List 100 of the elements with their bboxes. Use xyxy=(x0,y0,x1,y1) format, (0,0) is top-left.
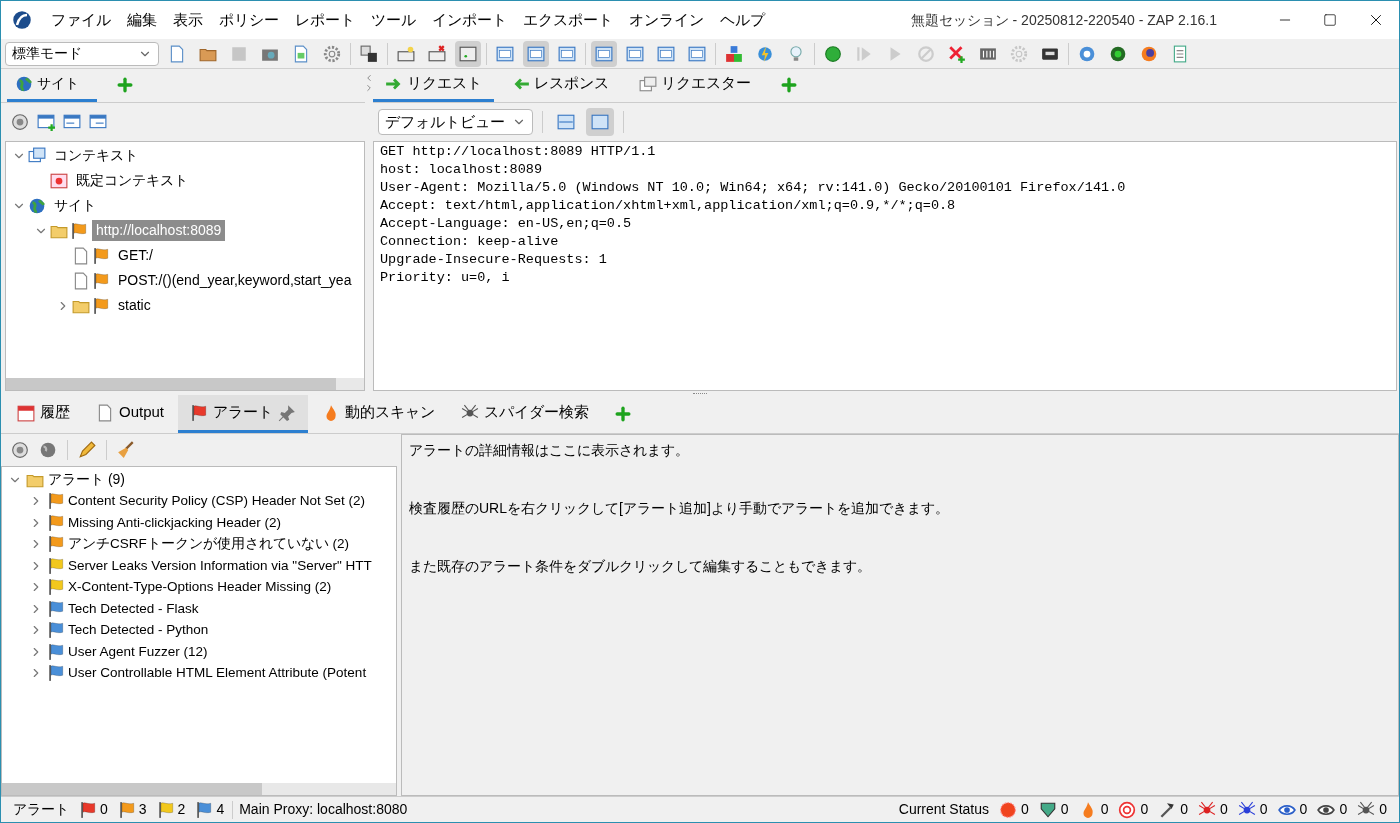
hammer-icon xyxy=(1158,800,1177,819)
tree-item[interactable]: Content Security Policy (CSP) Header Not Set (2) xyxy=(68,491,366,512)
tree-item[interactable]: GET:/ xyxy=(114,245,157,266)
menu-item[interactable]: インポート xyxy=(424,8,515,32)
layout-icon xyxy=(595,44,613,63)
request-line: User-Agent: Mozilla/5.0 (Windows NT 10.0; Win64; x64; rv:141.0) Gecko/20100101 Firefox/141.0 xyxy=(380,179,1126,197)
request-line: Accept-Language: en-US,en;q=0.5 xyxy=(380,215,632,233)
status-count: 0 xyxy=(1299,800,1308,819)
tree-item[interactable]: アラート (9) xyxy=(48,469,125,491)
tree-item[interactable]: Tech Detected - Flask xyxy=(68,598,199,619)
mode-dropdown[interactable]: 標準モード xyxy=(5,41,159,66)
swap-icon xyxy=(360,44,378,63)
stop-icon xyxy=(917,44,935,63)
pin-icon xyxy=(278,403,297,422)
tab[interactable]: レスポンス xyxy=(500,68,621,102)
document-icon xyxy=(168,44,186,63)
flag-icon xyxy=(70,221,88,240)
lightning-icon xyxy=(756,44,774,63)
request-line: Connection: keep-alive xyxy=(380,233,559,251)
circle-icon xyxy=(824,44,842,63)
tree-item[interactable]: 既定コンテキスト xyxy=(72,170,192,191)
menu-item[interactable]: レポート xyxy=(287,8,363,32)
tree-item[interactable]: User Agent Fuzzer (12) xyxy=(68,641,208,662)
current-status-label: Current Status xyxy=(898,800,990,819)
status-count: 0 xyxy=(1259,800,1268,819)
window-add-icon xyxy=(37,113,55,131)
request-line: GET http://localhost:8089 HTTP/1.1 xyxy=(380,143,656,161)
tree-item[interactable]: static xyxy=(114,295,155,316)
request-line: host: localhost:8089 xyxy=(380,161,543,179)
target-icon xyxy=(1118,800,1137,819)
calendar-icon xyxy=(17,403,35,422)
settings-icon xyxy=(323,44,341,63)
scrollbar[interactable] xyxy=(2,783,396,795)
layout-button[interactable] xyxy=(586,108,614,136)
view-dropdown[interactable]: デフォルトビュー xyxy=(378,109,533,135)
tree-item[interactable]: Missing Anti-clickjacking Header (2) xyxy=(68,512,282,533)
flag-icon xyxy=(190,403,209,422)
menu-item[interactable]: ポリシー xyxy=(211,8,287,32)
notebook-icon xyxy=(1171,44,1189,63)
menu-item[interactable]: オンライン xyxy=(621,8,712,32)
flag-icon xyxy=(92,296,110,315)
burst-icon xyxy=(999,800,1018,819)
document-icon xyxy=(72,271,90,290)
menu-item[interactable]: ファイル xyxy=(43,8,119,32)
window-import-icon xyxy=(63,113,81,131)
step-icon xyxy=(855,44,873,63)
detail-text: 検査履歴のURLを右クリックして[アラート追加]より手動でアラートを追加できます。 xyxy=(409,499,949,518)
maximize-icon[interactable] xyxy=(1323,13,1337,27)
tab[interactable]: サイト xyxy=(7,68,97,102)
layout-icon xyxy=(626,44,644,63)
alert-count: 0 xyxy=(100,800,108,819)
menu-item[interactable]: 編集 xyxy=(119,8,165,32)
document-icon xyxy=(72,246,90,265)
status-count: 0 xyxy=(1060,800,1069,819)
tree-item[interactable]: Server Leaks Version Information via "Server" HTT xyxy=(68,555,372,576)
floppy-icon xyxy=(230,44,248,63)
alert-count: 3 xyxy=(138,800,147,819)
tab[interactable]: リクエスター xyxy=(627,68,763,102)
tab[interactable]: Output xyxy=(84,395,177,433)
tree-item[interactable]: POST:/()(end_year,keyword,start_yea xyxy=(114,270,356,291)
menu-item[interactable]: ツール xyxy=(363,8,424,32)
tree-item[interactable]: Tech Detected - Python xyxy=(68,620,209,641)
monitor-bulb-icon xyxy=(397,44,415,63)
menu-item[interactable]: エクスポート xyxy=(515,8,621,32)
target-icon xyxy=(11,113,29,131)
target-icon xyxy=(50,171,68,190)
radar-icon xyxy=(1109,44,1127,63)
monitor-icon xyxy=(459,44,477,63)
tree-item[interactable]: コンテキスト xyxy=(50,145,142,166)
tab[interactable]: リクエスト xyxy=(373,68,494,102)
status-count: 0 xyxy=(1140,800,1149,819)
tree-item[interactable]: User Controllable HTML Element Attribute (Potent xyxy=(68,663,367,684)
tree-item[interactable]: X-Content-Type-Options Header Missing (2) xyxy=(68,577,332,598)
detail-text: アラートの詳細情報はここに表示されます。 xyxy=(409,441,689,460)
layout-icon xyxy=(591,113,609,131)
tab[interactable]: 履歴 xyxy=(5,395,82,433)
tab[interactable]: アラート xyxy=(178,395,309,433)
layout-icon xyxy=(688,44,706,63)
proxy-status: Main Proxy: localhost:8080 xyxy=(239,800,408,819)
monitor-close-icon xyxy=(428,44,446,63)
download-icon xyxy=(1038,800,1057,819)
broom-icon xyxy=(117,441,135,459)
tab[interactable]: スパイダー検索 xyxy=(449,395,602,433)
scrollbar[interactable] xyxy=(6,378,364,390)
window-export-icon xyxy=(89,113,107,131)
layout-icon xyxy=(558,44,576,63)
logo-icon xyxy=(12,10,32,30)
menu-item[interactable]: ヘルプ xyxy=(712,8,773,32)
bulb-icon xyxy=(787,44,805,63)
help-icon xyxy=(1078,44,1096,63)
menu-item[interactable]: 表示 xyxy=(165,8,211,32)
blocks-icon xyxy=(725,44,743,63)
browser-icon xyxy=(1140,44,1158,63)
request-line: Accept: text/html,application/xhtml+xml,application/xml;q=0.9,*/*;q=0.8 xyxy=(380,197,956,215)
tab[interactable]: 動的スキャン xyxy=(310,395,448,433)
tree-item[interactable]: サイト xyxy=(50,195,100,216)
tree-item[interactable]: アンチCSRFトークンが使用されていない (2) xyxy=(68,534,349,555)
window-title: 無題セッション - 20250812-220540 - ZAP 2.16.1 xyxy=(910,10,1217,30)
detail-text: また既存のアラート条件をダブルクリックして編集することもできます。 xyxy=(409,557,871,576)
request-line: Upgrade-Insecure-Requests: 1 xyxy=(380,251,607,269)
